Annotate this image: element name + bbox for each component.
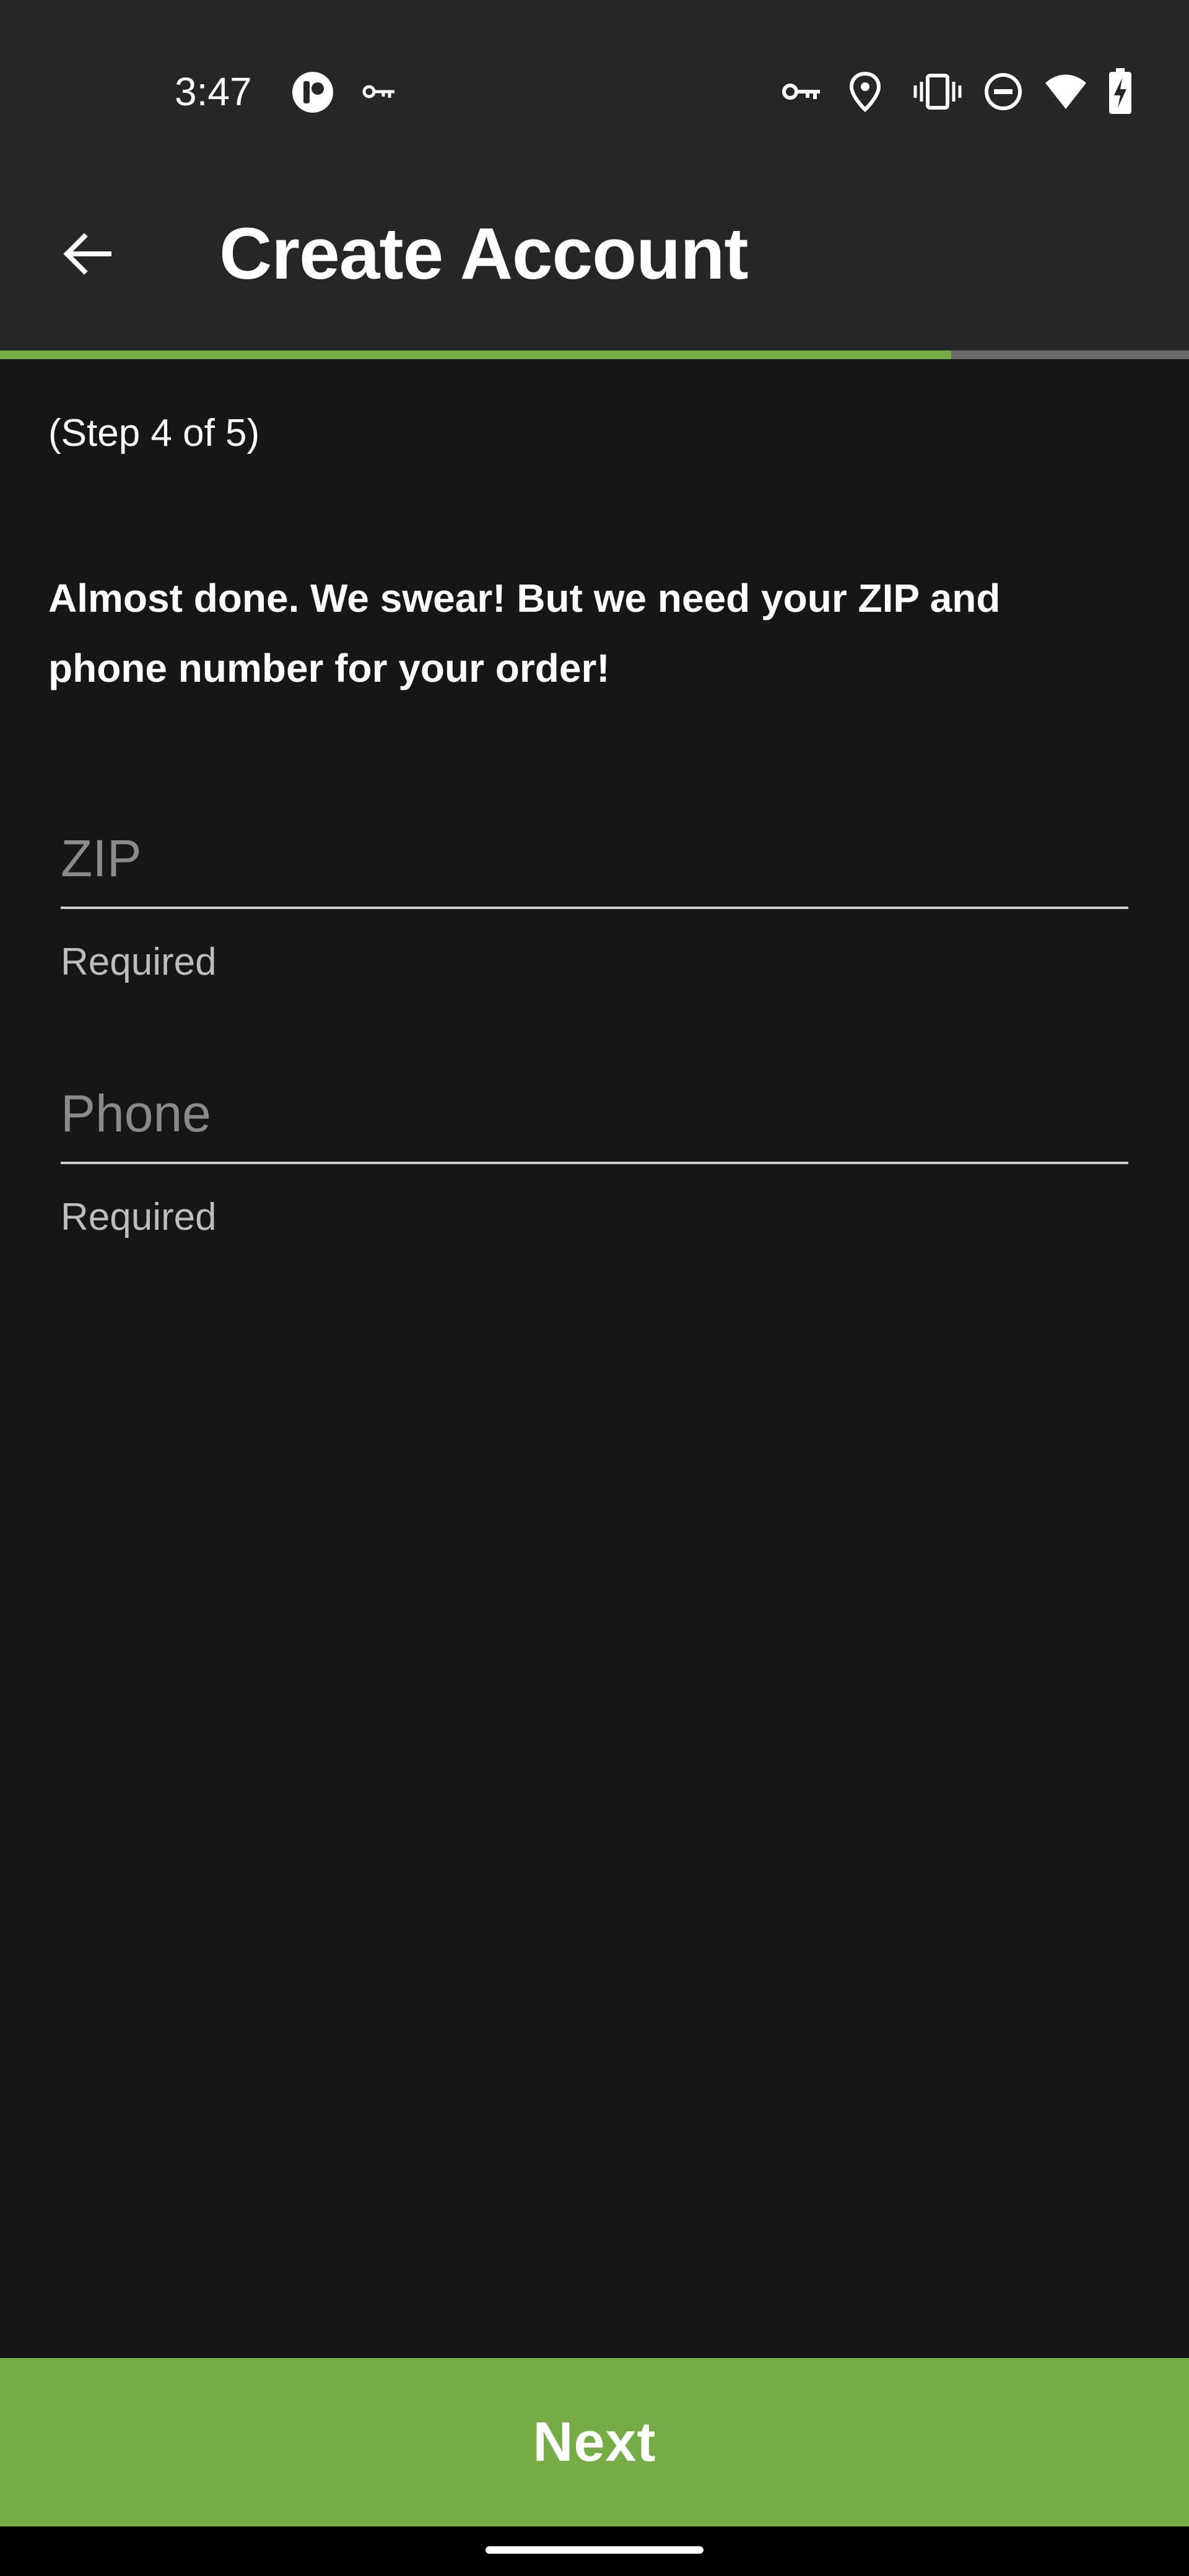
app-bar: Create Account [0,161,1189,350]
step-label: (Step 4 of 5) [48,412,260,455]
zip-helper-text: Required [61,941,217,983]
battery-charging-icon [1109,68,1131,114]
vpn-key-icon [362,85,394,98]
phone-field: Required [61,1065,1128,1242]
wifi-icon [1045,74,1086,109]
phone-input[interactable] [61,1065,1128,1164]
zip-input[interactable] [61,810,1128,909]
page-title: Create Account [219,213,749,295]
zip-field: Required [61,810,1128,987]
step-progress-fill [0,350,951,359]
app-notification-icon [292,72,333,113]
next-button[interactable]: Next [0,2358,1189,2526]
next-button-label: Next [533,2411,656,2473]
step-progress-bar [0,350,1189,359]
vibrate-icon [913,74,962,110]
system-nav-bar [0,2526,1189,2576]
phone-helper-text: Required [61,1196,217,1238]
arrow-back-icon [63,233,111,275]
location-icon [849,71,881,112]
vpn-key-icon [782,84,820,100]
do-not-disturb-icon [985,73,1022,110]
intro-text: Almost done. We swear! But we need your … [48,576,1001,690]
home-gesture-handle[interactable] [486,2546,703,2554]
back-button[interactable] [43,211,130,297]
status-bar: 3:47 [0,0,1189,161]
status-time: 3:47 [175,69,252,114]
